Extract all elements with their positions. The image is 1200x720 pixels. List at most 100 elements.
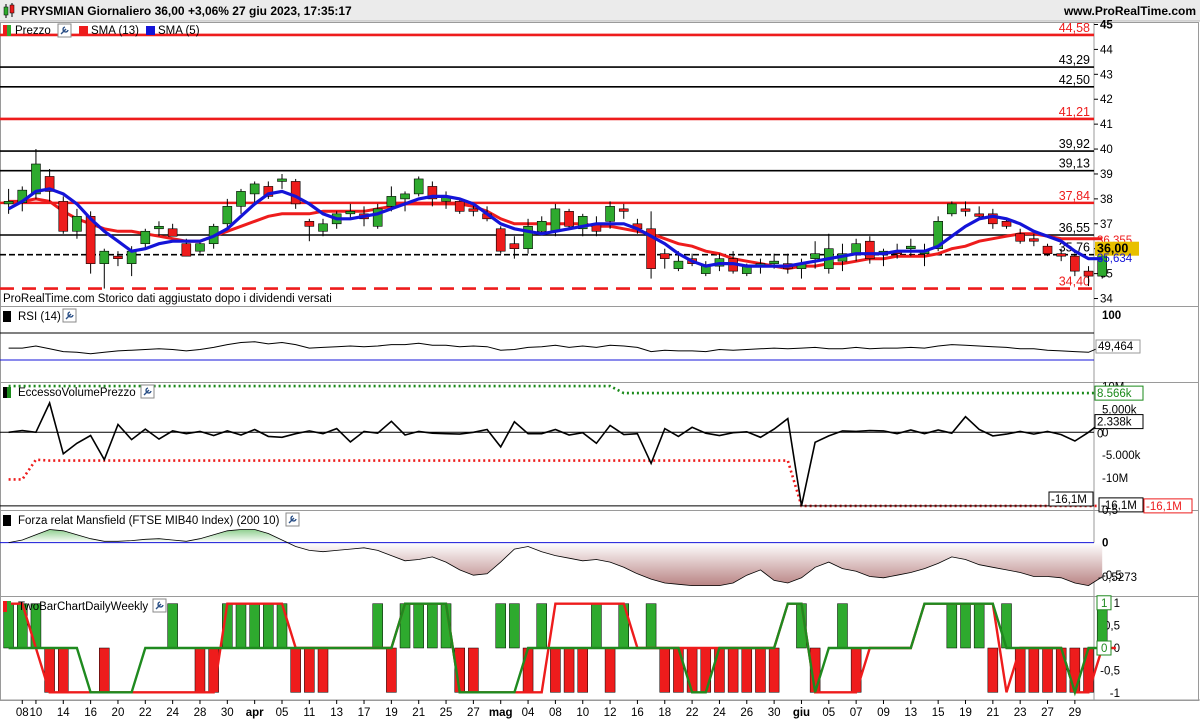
y-tick-label: 100 [1102,310,1121,322]
x-tick-label: 13 [330,707,343,719]
candle-body [1042,245,1053,254]
candle-body [550,208,561,232]
mansfield-negative-area [8,542,1103,586]
candle-body [236,191,246,207]
legend-sma13-swatch [79,26,88,35]
twobar-bar [1014,647,1026,693]
wrench-icon[interactable] [57,23,72,38]
candle-body [536,220,547,232]
twobar-bar [837,603,848,649]
twobar-bar [550,647,561,693]
twobar-bar [509,603,520,649]
price-legend: Prezzo SMA (13) SMA (5) [3,23,200,38]
x-tick-label: 25 [440,707,453,719]
wrench-icon[interactable] [62,308,77,323]
y-tick-label: 39 [1100,169,1113,181]
x-tick-label: 21 [986,707,999,719]
level-label: 36,55 [1059,221,1090,235]
twobar-bar [673,647,684,693]
wrench-icon[interactable] [285,512,300,527]
twobar-bar [727,647,739,693]
twobar-bar [522,647,534,693]
candle-body [140,230,151,245]
y-tick-label: 41 [1100,119,1113,131]
x-tick-label: 16 [631,707,644,719]
candle-body [974,213,984,217]
twobar-bar [577,647,588,693]
evp-title: EccessoVolumePrezzo [18,387,136,399]
twobar-bar [304,647,315,693]
twobar-bar [1083,647,1094,693]
twobar-bar [563,647,575,693]
twobar-bar [973,603,985,649]
twobar-bar [536,603,547,649]
legend-price: Prezzo [15,25,51,37]
panel-border [0,22,1199,307]
x-tick-label: 29 [1068,707,1081,719]
x-tick-label: 22 [139,707,152,719]
y-tick-label: 40 [1100,144,1113,156]
candle-body [222,206,233,225]
x-tick-label: 27 [467,707,480,719]
rsi-panel: 100 49,464 [0,310,1141,361]
x-tick-label: 15 [932,707,945,719]
twobar-bar [714,647,725,693]
candle-body [906,245,916,250]
twobar-value-label: 0 [1101,643,1107,655]
twobar-value-label: 1 [1101,598,1107,610]
twobar-bar [58,647,69,693]
level-label: 39,13 [1059,157,1090,171]
x-tick-label: 09 [877,707,890,719]
y-tick-label: -10M [1102,473,1128,485]
x-tick-label: 14 [57,707,70,719]
x-tick-label: 07 [850,707,863,719]
twobar-bar [317,647,329,693]
level-label: 44,58 [1059,21,1090,35]
candle-body [126,250,137,264]
wrench-icon[interactable] [140,384,155,399]
twobar-bar [235,603,247,649]
candle-body [1001,220,1012,227]
candle-body [960,208,971,212]
x-tick-label: 08 [16,707,29,719]
twobar-bar [427,603,438,649]
candle-body [1083,270,1094,277]
twobar-bar [850,647,862,693]
x-tick-label: 10 [576,707,589,719]
x-axis: 08 10 14 16 20 22 24 28 30 apr 05 11 13 17 19 21 25 27 mag… [16,700,1081,719]
candle-body [3,201,14,205]
twobar-bar [700,647,712,693]
candle-body [113,255,123,259]
x-tick-label: mag [489,707,513,719]
last-value-label: 35,634 [1097,253,1133,265]
x-tick-label: apr [246,707,264,719]
y-tick-label: -1 [1110,688,1120,700]
twobar-bar [290,647,301,693]
twobar-bar [194,647,206,693]
level-label: 43,29 [1059,53,1090,67]
candle-body [1029,238,1039,242]
evp-label: 8.566k [1097,388,1132,400]
candle-body [605,206,615,222]
candle-body [249,183,260,195]
twobar-bar [960,603,971,649]
level-label: 41,21 [1059,105,1090,119]
evp-legend: EccessoVolumePrezzo [3,384,155,399]
twobar-title: TwoBarChartDailyWeekly [18,601,148,613]
chart-stage: PRYSMIAN Giornaliero 36,00 +3,06% 27 giu… [0,0,1200,719]
header-site[interactable]: www.ProRealTime.com [1063,4,1196,18]
twobar-bar [946,603,958,649]
candle-body [318,223,328,232]
candle-body [1056,253,1066,257]
twobar-bar [1069,647,1081,693]
twobar-bar [604,647,616,693]
legend-sma5-swatch [146,26,155,35]
wrench-icon[interactable] [152,598,167,613]
twobar-legend: TwoBarChartDailyWeekly [3,598,167,613]
y-tick-label: 0 [1102,538,1108,550]
candle-body [947,203,957,215]
candle-body [564,211,574,227]
twobar-panel: 10,50-0,5-110 [3,595,1120,700]
level-label: 37,84 [1059,189,1090,203]
y-tick-label: -5.000k [1102,450,1141,462]
